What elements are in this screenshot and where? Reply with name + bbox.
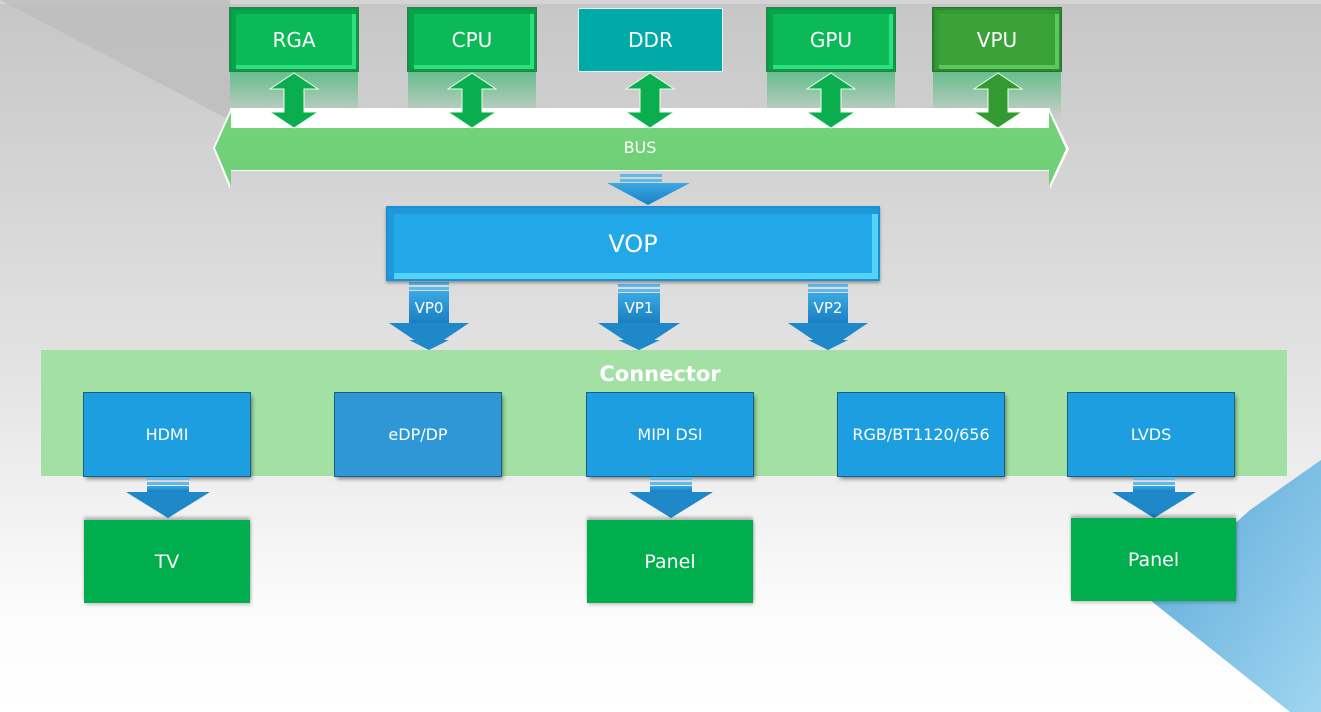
output-tv: TV xyxy=(84,520,250,603)
output-panel-lvds: Panel xyxy=(1071,518,1236,601)
output-panel-mipi: Panel xyxy=(587,520,753,603)
panel-lvds-label: Panel xyxy=(1127,548,1180,571)
arrow-hdmi-to-tv xyxy=(126,477,210,518)
panel-mipi-label: Panel xyxy=(644,550,696,573)
output-arrows-layer xyxy=(126,477,1196,518)
arrow-lvds-to-panel xyxy=(1112,477,1196,518)
bus-label: BUS xyxy=(623,138,657,157)
tv-label: TV xyxy=(154,550,180,573)
arrow-mipi-to-panel xyxy=(629,477,713,518)
